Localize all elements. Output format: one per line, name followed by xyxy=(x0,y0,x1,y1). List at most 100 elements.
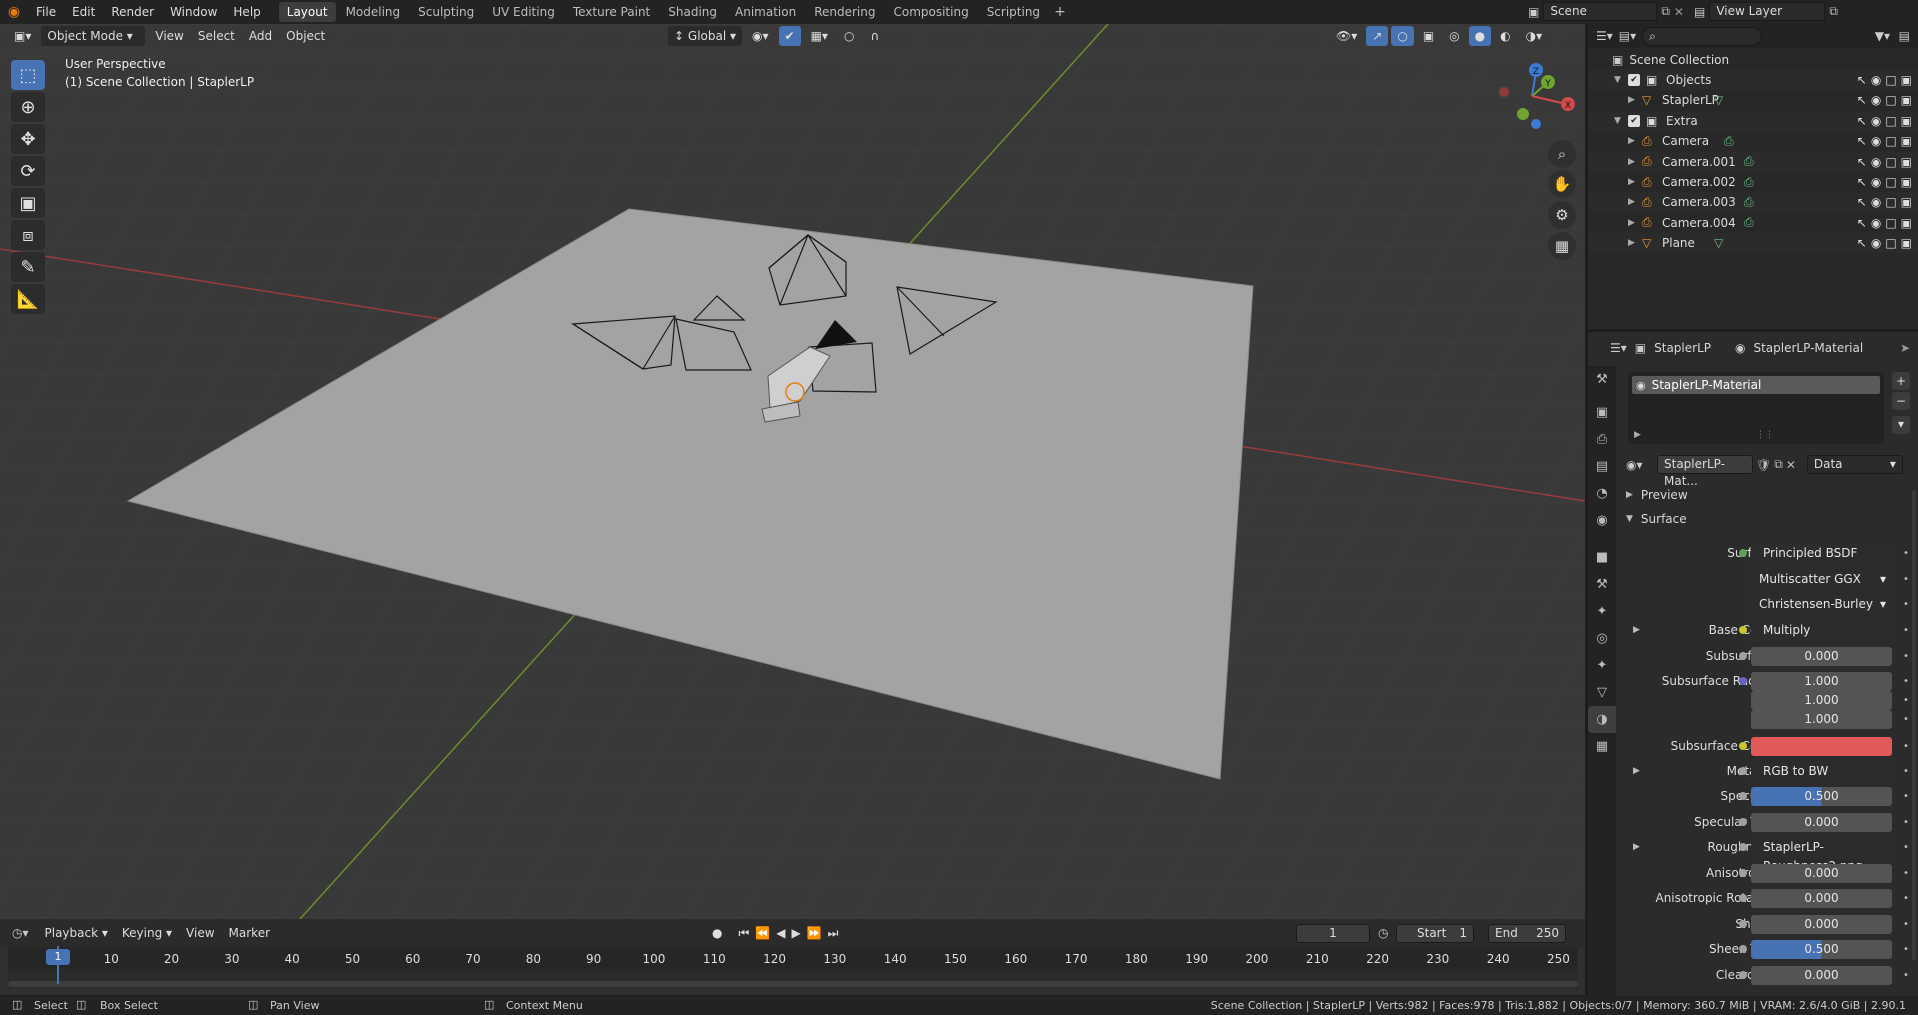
number-field[interactable]: 1.000 xyxy=(1751,709,1892,729)
output-tab-icon[interactable]: ⎙ xyxy=(1588,426,1616,453)
material-tab-icon[interactable]: ◑ xyxy=(1588,706,1616,733)
keyframe-dot-icon[interactable]: • xyxy=(1903,944,1909,955)
viewport-monitor-icon[interactable]: □ xyxy=(1885,155,1896,169)
camera-view-icon[interactable]: ⚙ xyxy=(1548,201,1576,229)
outliner-row[interactable]: ▼ ✔ ▣ Objects ↖ ◉ □ ▣ xyxy=(1588,70,1918,90)
rotate-tool[interactable]: ⟳ xyxy=(11,156,45,186)
object-tab-icon[interactable]: ■ xyxy=(1588,544,1616,571)
particles-tab-icon[interactable]: ✦ xyxy=(1588,598,1616,625)
socket-dot-icon[interactable] xyxy=(1739,767,1747,775)
menu-window[interactable]: Window xyxy=(162,0,225,24)
jump-end-icon[interactable]: ⏭ xyxy=(828,926,839,941)
eye-icon[interactable]: ◉ xyxy=(1871,134,1881,148)
add-workspace-button[interactable]: + xyxy=(1048,4,1072,20)
duplicate-material-icon[interactable]: ⧉ xyxy=(1774,457,1783,472)
selectable-arrow-icon[interactable]: ↖ xyxy=(1857,93,1867,107)
measure-tool[interactable]: 📐 xyxy=(11,284,45,314)
tool-tab-icon[interactable]: ⚒ xyxy=(1588,366,1616,393)
exclude-checkbox[interactable]: ✔ xyxy=(1628,74,1640,86)
new-view-layer-icon[interactable]: ⧉ xyxy=(1829,4,1838,19)
tab-animation[interactable]: Animation xyxy=(727,2,804,22)
display-mode-icon[interactable]: ▤▾ xyxy=(1619,29,1636,43)
surface-panel-header[interactable]: ▼ Surface xyxy=(1622,509,1912,529)
viewport-menu-add[interactable]: Add xyxy=(243,26,278,46)
outliner-item-label[interactable]: StaplerLP xyxy=(1662,93,1719,107)
object-mode-dropdown[interactable]: Object Mode ▾ xyxy=(41,26,146,46)
outliner-editor-icon[interactable]: ☰▾ xyxy=(1596,29,1613,43)
outliner-search-input[interactable]: ⌕ xyxy=(1642,26,1763,46)
disclosure-arrow-icon[interactable]: ▶ xyxy=(1628,136,1635,146)
transform-tool[interactable]: ⧈ xyxy=(11,220,45,250)
viewport-scene[interactable] xyxy=(0,24,1585,919)
keyframe-dot-icon[interactable]: • xyxy=(1903,651,1909,662)
fake-user-shield-icon[interactable]: 🛡 xyxy=(1756,458,1771,472)
render-camera-icon[interactable]: ▣ xyxy=(1901,73,1912,87)
socket-dot-icon[interactable] xyxy=(1739,894,1747,902)
outliner-row[interactable]: ▶ ⎙ Camera.002 ⎙ ↖ ◉ □ ▣ xyxy=(1588,172,1918,192)
outliner-row[interactable]: ▼ ✔ ▣ Extra ↖ ◉ □ ▣ xyxy=(1588,110,1918,131)
selectable-arrow-icon[interactable]: ↖ xyxy=(1857,236,1867,250)
close-icon[interactable]: ✕ xyxy=(1674,5,1684,19)
disclosure-arrow-icon[interactable]: ▶ xyxy=(1628,197,1635,207)
disclosure-arrow-icon[interactable]: ▶ xyxy=(1628,238,1635,248)
constraints-tab-icon[interactable]: ✦ xyxy=(1588,652,1616,679)
keyframe-dot-icon[interactable]: • xyxy=(1903,741,1909,752)
socket-dot-icon[interactable] xyxy=(1739,818,1747,826)
node-link-field[interactable]: Multiply xyxy=(1751,620,1892,640)
render-camera-icon[interactable]: ▣ xyxy=(1901,114,1912,128)
keyframe-dot-icon[interactable]: • xyxy=(1903,574,1909,585)
wireframe-shading-icon[interactable]: ◎ xyxy=(1443,26,1465,46)
outliner-row[interactable]: ▶ ▽ Plane ▽ ↖ ◉ □ ▣ xyxy=(1588,233,1918,254)
material-slot-row[interactable]: ◉ StaplerLP-Material xyxy=(1632,376,1880,394)
pivot-icon[interactable]: ◉▾ xyxy=(746,26,775,46)
outliner-root-row[interactable]: ▣ Scene Collection xyxy=(1588,50,1918,70)
xray-icon[interactable]: ▣ xyxy=(1417,26,1440,46)
disclosure-arrow-icon[interactable]: ▼ xyxy=(1614,116,1621,126)
select-box-tool[interactable]: ⬚ xyxy=(11,60,45,90)
properties-scrollbar[interactable] xyxy=(1912,490,1916,960)
outliner-item-label[interactable]: Camera.001 xyxy=(1662,155,1736,169)
list-resize-handle-icon[interactable]: ⋮⋮ xyxy=(1756,430,1774,440)
selectable-arrow-icon[interactable]: ↖ xyxy=(1857,195,1867,209)
keyframe-dot-icon[interactable]: • xyxy=(1903,817,1909,828)
outliner-item-label[interactable]: Extra xyxy=(1666,114,1698,128)
outliner-row[interactable]: ▶ ▽ StaplerLP ▽ ↖ ◉ □ ▣ xyxy=(1588,90,1918,110)
visibility-icon[interactable]: 👁▾ xyxy=(1330,26,1363,46)
socket-dot-icon[interactable] xyxy=(1739,920,1747,928)
socket-dot-icon[interactable] xyxy=(1739,549,1747,557)
number-field[interactable]: 0.000 xyxy=(1751,812,1892,832)
transform-orientation-dropdown[interactable]: ↕ Global ▾ xyxy=(668,26,743,46)
viewport-monitor-icon[interactable]: □ xyxy=(1885,216,1896,230)
eye-icon[interactable]: ◉ xyxy=(1871,73,1881,87)
tab-sculpting[interactable]: Sculpting xyxy=(410,2,482,22)
eye-icon[interactable]: ◉ xyxy=(1871,155,1881,169)
number-field[interactable]: 1.000 xyxy=(1751,690,1892,710)
eye-icon[interactable]: ◉ xyxy=(1871,175,1881,189)
pan-hand-icon[interactable]: ✋ xyxy=(1548,170,1576,198)
outliner-row[interactable]: ▶ ⎙ Camera.003 ⎙ ↖ ◉ □ ▣ xyxy=(1588,192,1918,213)
number-field[interactable]: 0.000 xyxy=(1751,646,1892,666)
keyframe-dot-icon[interactable]: • xyxy=(1903,893,1909,904)
record-icon[interactable]: ● xyxy=(712,926,722,940)
modifiers-tab-icon[interactable]: ⚒ xyxy=(1588,571,1616,598)
outliner-item-label[interactable]: Camera xyxy=(1662,134,1709,148)
outliner-item-label[interactable]: Objects xyxy=(1666,73,1711,87)
viewport-monitor-icon[interactable]: □ xyxy=(1885,73,1896,87)
overlay-icon[interactable]: ○ xyxy=(1391,26,1414,46)
disclosure-arrow-icon[interactable]: ▼ xyxy=(1614,75,1621,85)
outliner-item-label[interactable]: Camera.003 xyxy=(1662,195,1736,209)
viewport-menu-view[interactable]: View xyxy=(149,26,189,46)
keyframe-dot-icon[interactable]: • xyxy=(1903,919,1909,930)
eye-icon[interactable]: ◉ xyxy=(1871,114,1881,128)
prev-keyframe-icon[interactable]: ⏪ xyxy=(755,926,770,940)
timeline-menu-view[interactable]: View xyxy=(180,923,220,943)
exclude-checkbox[interactable]: ✔ xyxy=(1628,114,1640,127)
snap-icon[interactable]: ✔ xyxy=(778,26,801,46)
physics-tab-icon[interactable]: ◎ xyxy=(1588,625,1616,652)
socket-dot-icon[interactable] xyxy=(1739,742,1747,750)
keyframe-dot-icon[interactable]: • xyxy=(1903,695,1909,706)
rendered-shading-icon[interactable]: ◑▾ xyxy=(1520,26,1549,46)
number-field[interactable]: 0.000 xyxy=(1751,965,1892,985)
socket-expand-icon[interactable]: ▶ xyxy=(1633,766,1640,776)
number-field[interactable]: 0.000 xyxy=(1751,914,1892,934)
